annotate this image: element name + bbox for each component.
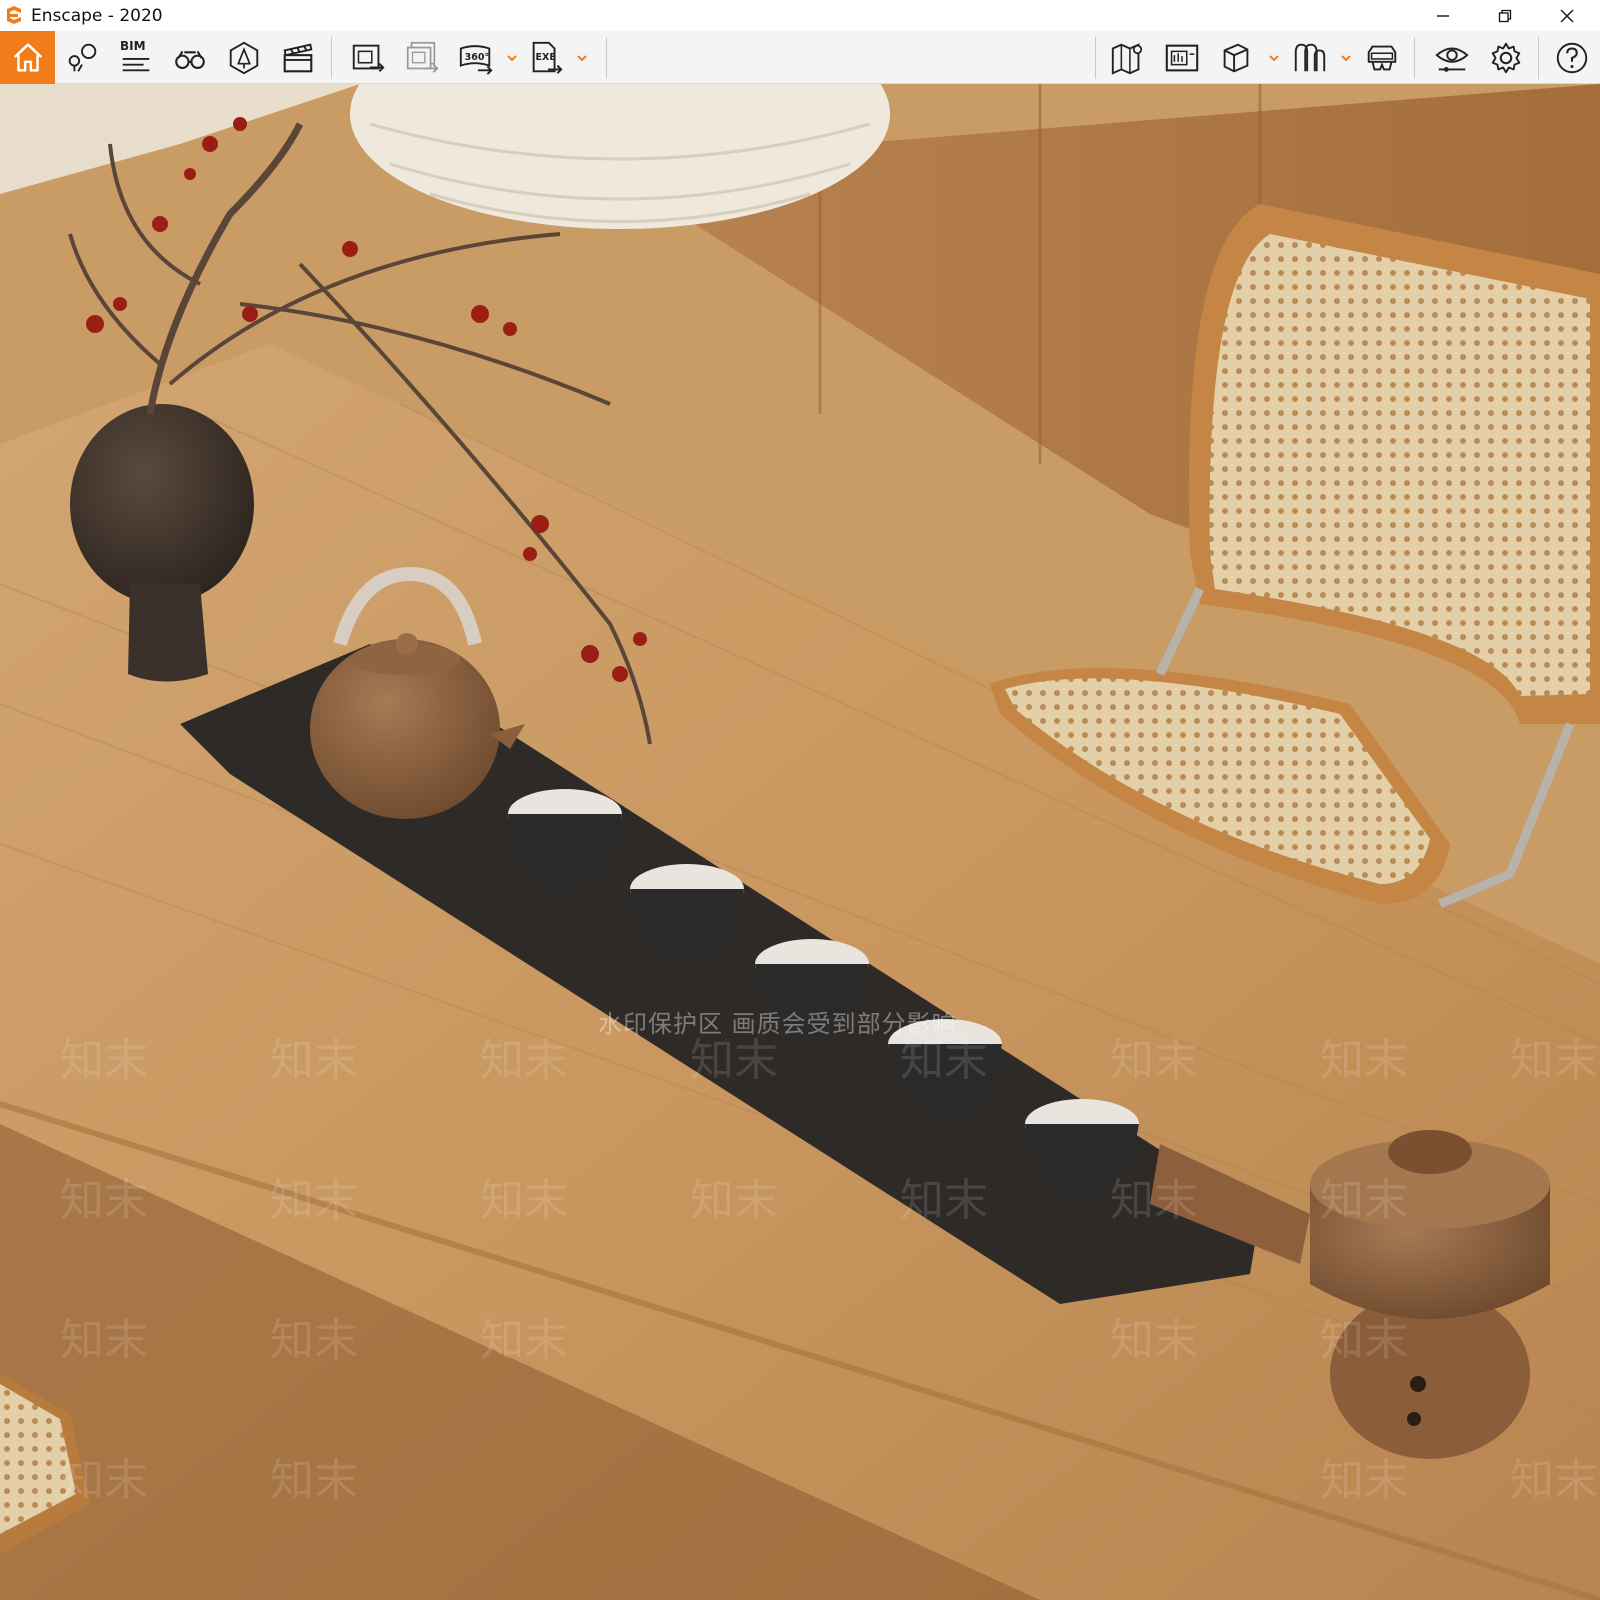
chevron-down-icon[interactable] — [506, 53, 518, 63]
watermark: 知末 — [690, 1175, 778, 1226]
watermark: 知末 — [1510, 1455, 1598, 1506]
exe-export-icon: EXE — [532, 41, 563, 74]
vr-headset-button[interactable] — [1358, 34, 1406, 82]
watermark: 知末 — [60, 1035, 148, 1086]
screenshot-export-icon — [352, 44, 385, 72]
watermark: 知末 — [480, 1035, 568, 1086]
watermark: 知末 — [1510, 1035, 1598, 1086]
chevron-down-icon[interactable] — [576, 53, 588, 63]
toolbar-separator — [1095, 37, 1096, 79]
bim-label: BIM — [120, 39, 146, 53]
toolbar-separator — [606, 37, 607, 79]
watermark: 知末 — [900, 1175, 988, 1226]
watermark: 知末 — [480, 1175, 568, 1226]
watermark: 知末 — [1320, 1035, 1408, 1086]
gallery-icon — [1165, 44, 1199, 72]
home-icon — [13, 42, 42, 72]
render-viewport[interactable]: 水印保护区 画质会受到部分影响 知末 知末 知末 知末 知末 知末 知末 知末 … — [0, 84, 1600, 1600]
screenshot-export-button[interactable] — [344, 34, 392, 82]
watermark: 知末 — [1320, 1455, 1408, 1506]
exe-export-button[interactable]: EXE — [522, 34, 570, 82]
map-icon — [1111, 43, 1143, 75]
watermark: 知末 — [270, 1035, 358, 1086]
watermark: 知末 — [900, 1035, 988, 1086]
visual-settings-button[interactable] — [1428, 34, 1476, 82]
enscape-logo-icon — [7, 6, 21, 24]
map-button[interactable] — [1104, 34, 1152, 82]
close-icon — [1560, 9, 1574, 22]
toolbar-separator — [1414, 37, 1415, 79]
help-button[interactable] — [1548, 34, 1596, 82]
binoculars-button[interactable] — [166, 34, 214, 82]
panorama-360-button[interactable]: 360° — [452, 34, 500, 82]
binoculars-icon — [175, 50, 205, 70]
cube-view-button[interactable] — [1212, 34, 1260, 82]
window-title: Enscape - 2020 — [31, 6, 163, 26]
chevron-down-icon[interactable] — [1268, 53, 1280, 63]
batch-render-button[interactable] — [398, 34, 446, 82]
restore-icon — [1498, 9, 1512, 22]
home-button[interactable] — [0, 31, 55, 84]
watermark: 知末 — [1320, 1175, 1408, 1226]
watermark: 知末 — [690, 1035, 778, 1086]
collaboration-button[interactable] — [1286, 34, 1334, 82]
batch-render-icon — [406, 41, 439, 73]
minimize-button[interactable] — [1416, 0, 1470, 31]
restore-button[interactable] — [1478, 0, 1532, 31]
settings-gear-icon — [1491, 42, 1521, 74]
toolbar-separator — [1538, 37, 1539, 79]
video-editor-button[interactable] — [274, 34, 322, 82]
watermark: 知末 — [1110, 1315, 1198, 1366]
help-icon — [1556, 42, 1588, 74]
rendered-scene — [0, 84, 1600, 1600]
title-bar: Enscape - 2020 — [0, 0, 1600, 31]
cube-view-icon — [1223, 43, 1249, 73]
main-toolbar: BIM 360° EXE — [0, 31, 1600, 110]
vr-headset-icon — [1367, 45, 1397, 71]
minimize-icon — [1437, 14, 1449, 17]
watermark: 知末 — [270, 1455, 358, 1506]
watermark: 知末 — [60, 1175, 148, 1226]
icon-360-label: 360° — [465, 52, 490, 63]
watermark: 知末 — [1110, 1035, 1198, 1086]
asset-library-button[interactable] — [220, 34, 268, 82]
panorama-360-icon: 360° — [459, 45, 493, 75]
watermark: 知末 — [1320, 1315, 1408, 1366]
asset-library-icon — [229, 41, 259, 75]
watermark: 知末 — [60, 1315, 148, 1366]
icon-exe-label: EXE — [536, 52, 556, 63]
collaboration-icon — [1294, 43, 1326, 72]
close-button[interactable] — [1540, 0, 1594, 31]
watermark: 知末 — [1110, 1175, 1198, 1226]
settings-button[interactable] — [1482, 34, 1530, 82]
toolbar-separator — [331, 37, 332, 79]
watermark: 知末 — [480, 1315, 568, 1366]
watermark: 知末 — [270, 1315, 358, 1366]
visual-settings-icon — [1435, 47, 1469, 72]
video-editor-icon — [283, 43, 313, 73]
chevron-down-icon[interactable] — [1340, 53, 1352, 63]
location-pins-icon — [68, 43, 97, 72]
location-pins-button[interactable] — [58, 34, 106, 82]
watermark: 知末 — [270, 1175, 358, 1226]
watermark: 知末 — [60, 1455, 148, 1506]
gallery-button[interactable] — [1158, 34, 1206, 82]
